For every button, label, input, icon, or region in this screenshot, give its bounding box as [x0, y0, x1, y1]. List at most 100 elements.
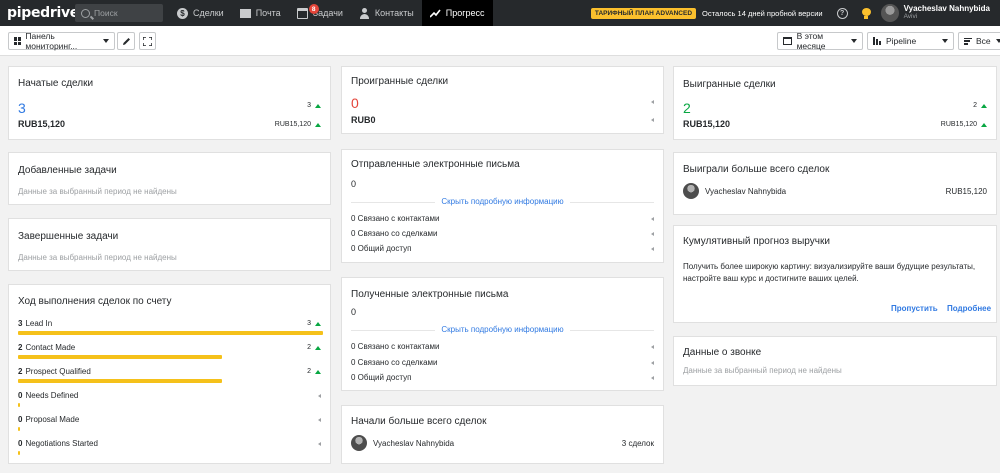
arrow-up-icon	[981, 103, 987, 108]
arrow-left-icon	[651, 118, 654, 122]
avatar	[683, 183, 699, 199]
card-title: Начали больше всего сделок	[351, 416, 487, 427]
filter-select[interactable]: Все	[958, 32, 1000, 50]
sent-emails-card[interactable]: Отправленные электронные письма 0 Скрыть…	[341, 149, 664, 263]
arrow-up-icon	[315, 122, 321, 127]
arrow-up-icon	[981, 122, 987, 127]
started-deals-value: RUB15,120	[18, 119, 66, 129]
lightbulb-icon[interactable]	[861, 7, 871, 19]
chevron-down-icon	[995, 39, 1000, 43]
lost-deals-value: RUB0	[351, 115, 376, 125]
period-select[interactable]: В этом месяце	[777, 31, 863, 51]
arrow-left-icon	[318, 393, 321, 398]
deal-count: 3 сделок	[621, 438, 654, 448]
plan-badge[interactable]: ТАРИФНЫЙ ПЛАН ADVANCED	[590, 7, 697, 19]
stage-progress-bar	[18, 331, 323, 335]
chevron-down-icon	[103, 39, 109, 43]
stage-name: Lead In	[25, 319, 53, 328]
user-avatar[interactable]	[880, 4, 899, 22]
stage-row: 0 Negotiations Started	[18, 439, 321, 448]
calls-card[interactable]: Данные о звонке Данные за выбранный пери…	[673, 336, 997, 386]
stage-change	[314, 393, 321, 398]
fullscreen-button[interactable]	[139, 32, 156, 50]
user-name: Vyacheslav Nahnybida	[373, 438, 455, 448]
added-tasks-card[interactable]: Добавленные задачи Данные за выбранный п…	[8, 152, 331, 205]
list-item: 0 Связано с контактами	[351, 214, 654, 223]
dashboard-select-label: Панель мониторинг...	[25, 31, 78, 51]
user-menu[interactable]: Vyacheslav Nahnybida Avivi	[904, 4, 990, 20]
card-title: Кумулятивный прогноз выручки	[683, 236, 830, 247]
user-name: Vyacheslav Nahnybida	[705, 186, 787, 196]
calendar-icon	[783, 37, 792, 45]
won-deals-count: 2	[683, 100, 691, 116]
edit-button[interactable]	[117, 32, 135, 50]
arrow-up-icon	[315, 103, 321, 108]
trend-icon	[429, 8, 441, 19]
stage-count: 2	[18, 343, 23, 352]
card-title: Отправленные электронные письма	[351, 159, 520, 170]
pipeline-select[interactable]: Pipeline	[867, 32, 954, 50]
hide-details-link[interactable]: Скрыть подробную информацию	[342, 325, 663, 334]
lost-value-change	[647, 118, 654, 122]
list-item: 0 Общий доступ	[351, 373, 654, 382]
period-select-label: В этом месяце	[796, 31, 826, 51]
arrow-up-icon	[315, 321, 321, 326]
won-deals-value: RUB15,120	[683, 119, 731, 129]
deal-progress-card[interactable]: Ход выполнения сделок по счету 3 Lead In 3…	[8, 284, 331, 464]
hide-details-link[interactable]: Скрыть подробную информацию	[342, 197, 663, 206]
nav-item-contacts[interactable]: Контакты	[351, 0, 422, 26]
nav-item-progress[interactable]: Прогресс	[421, 0, 493, 26]
stage-progress-bar	[18, 451, 20, 455]
stage-row: 3 Lead In 3	[18, 319, 321, 328]
search-input[interactable]: Поиск	[75, 4, 163, 22]
revenue-forecast-card[interactable]: Кумулятивный прогноз выручки Получить бо…	[673, 225, 997, 323]
started-deals-card[interactable]: Начатые сделки 3 RUB15,120 3 RUB15,120	[8, 66, 331, 140]
most-won-card[interactable]: Выиграли больше всего сделок Vyacheslav …	[673, 152, 997, 215]
fullscreen-icon	[143, 36, 152, 46]
stage-progress-bar	[18, 379, 222, 383]
chevron-down-icon	[942, 39, 948, 43]
nav-item-mail[interactable]: Почта	[232, 0, 289, 26]
lost-deals-count: 0	[351, 95, 359, 111]
nav-item-label: Почта	[255, 8, 281, 18]
completed-tasks-card[interactable]: Завершенные задачи Данные за выбранный п…	[8, 218, 331, 271]
forecast-description: Получить более широкую картину: визуализ…	[683, 262, 976, 283]
arrow-left-icon	[651, 344, 654, 349]
card-title: Добавленные задачи	[18, 165, 117, 176]
stage-change: 2	[307, 344, 321, 351]
lost-deals-card[interactable]: Проигранные сделки 0 RUB0	[341, 66, 664, 134]
help-icon[interactable]: ?	[836, 7, 848, 19]
card-title: Начатые сделки	[18, 78, 94, 89]
nav-item-label: Сделки	[193, 8, 224, 18]
stage-progress-bar	[18, 355, 222, 359]
pipeline-icon	[873, 37, 881, 45]
arrow-left-icon	[318, 441, 321, 446]
mail-icon	[239, 8, 251, 19]
won-deals-card[interactable]: Выигранные сделки 2 RUB15,120 2 RUB15,12…	[673, 66, 997, 140]
tasks-count-badge: 8	[308, 4, 319, 14]
started-deals-count: 3	[18, 100, 26, 116]
arrow-left-icon	[651, 360, 654, 365]
pipedrive-logo[interactable]: pipedrive	[7, 5, 79, 21]
dashboard-select[interactable]: Панель мониторинг...	[8, 31, 115, 51]
stage-count: 0	[18, 415, 23, 424]
trial-text[interactable]: Осталось 14 дней пробной версии	[702, 9, 823, 18]
avatar	[351, 435, 367, 451]
started-value-change: RUB15,120	[275, 121, 321, 128]
pipeline-select-label: Pipeline	[886, 36, 917, 46]
deals-icon: $	[177, 7, 188, 19]
skip-button[interactable]: Пропустить	[891, 304, 938, 313]
card-title: Данные о звонке	[683, 347, 762, 358]
arrow-up-icon	[315, 345, 321, 350]
dashboard-toolbar: Панель мониторинг... В этом месяце Pipel…	[0, 26, 1000, 56]
nav-item-deals[interactable]: $ Сделки	[169, 0, 232, 26]
stage-progress-bar	[18, 403, 20, 407]
most-started-card[interactable]: Начали больше всего сделок Vyacheslav Na…	[341, 405, 664, 464]
learn-more-button[interactable]: Подробнее	[947, 304, 991, 313]
received-emails-card[interactable]: Полученные электронные письма 0 Скрыть п…	[341, 277, 664, 391]
search-placeholder: Поиск	[94, 8, 118, 18]
arrow-left-icon	[651, 246, 654, 251]
stage-row: 0 Needs Defined	[18, 391, 321, 400]
person-icon	[359, 7, 370, 19]
nav-item-tasks[interactable]: 8 Задачи	[289, 0, 351, 26]
